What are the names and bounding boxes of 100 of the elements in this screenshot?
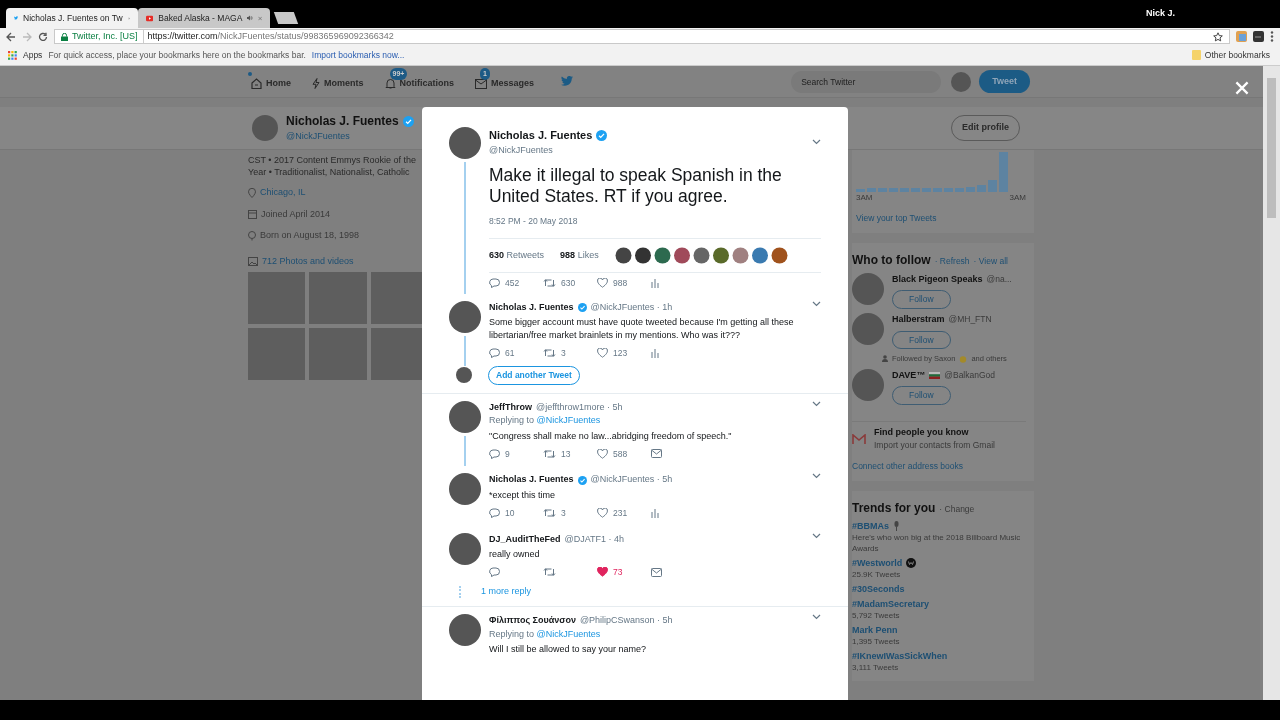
folder-icon [1191,50,1201,60]
balloon-icon [248,230,256,241]
speaker-icon [247,14,253,22]
mention-link[interactable]: @NickJFuentes [536,415,601,425]
chevron-down-icon[interactable] [812,300,821,307]
author-avatar[interactable] [449,127,481,159]
chevron-down-icon[interactable] [812,532,821,539]
trend-detail: 1,395 Tweets [852,635,901,647]
new-tab-button[interactable] [273,12,299,24]
like-stat[interactable]: 988 Likes [560,248,599,262]
chevron-down-icon[interactable] [812,400,821,407]
chevron-down-icon[interactable] [812,473,821,480]
envelope-icon [475,78,488,89]
heart-icon[interactable] [597,508,608,519]
find-people-subtitle: Import your contacts from Gmail [874,439,995,452]
heart-icon[interactable] [597,348,608,359]
author-avatar[interactable] [449,473,481,506]
tweet-time[interactable]: 8:52 PM - 20 May 2018 [489,215,821,228]
lock-icon [61,32,68,41]
profile-name: Nicholas J. Fuentes [286,113,399,131]
browser-tab[interactable]: Nicholas J. Fuentes on Tw [6,8,138,28]
video-play-icon [146,13,154,23]
retweet-icon[interactable] [543,567,556,578]
other-bookmarks-link[interactable]: Other bookmarks [1204,48,1270,62]
trend-detail: 5,792 Tweets [852,609,901,621]
retweet-count: 630 [561,276,576,290]
author-avatar[interactable] [449,300,481,333]
author-avatar[interactable] [449,614,481,647]
extension-icon[interactable] [1253,31,1264,42]
bird-icon [14,13,19,23]
retweet-count: 3 [561,347,566,360]
thread-line [464,435,466,467]
tweet-meta[interactable]: @jeffthrow1more · 5h [536,400,623,414]
retweet-icon[interactable] [543,448,556,459]
retweet-icon[interactable] [543,348,556,359]
heart-icon[interactable] [597,567,608,578]
author-avatar[interactable] [449,532,481,565]
scrollbar[interactable] [1263,66,1280,700]
trend-detail: 25.9K Tweets [852,568,902,580]
thread-line [464,335,466,366]
reply-icon[interactable] [489,448,500,459]
like-count: 73 [613,566,623,579]
back-icon[interactable] [6,31,16,42]
retweet-icon[interactable] [543,278,556,289]
joined-date: Joined April 2014 [261,207,331,221]
reply-icon[interactable] [489,508,500,519]
chevron-down-icon[interactable] [812,614,821,621]
tweet-meta[interactable]: @NickJFuentes · 5h [590,473,673,487]
author-avatar[interactable] [449,400,481,433]
find-people-title[interactable]: Find people you know [874,425,995,440]
menu-icon[interactable] [1270,31,1274,42]
author-name[interactable]: Nicholas J. Fuentes [489,473,574,487]
more-replies-link[interactable]: 1 more reply [481,584,532,599]
close-icon[interactable] [1235,80,1249,95]
search-field[interactable]: Search Twitter [791,70,942,93]
user-avatar[interactable] [456,367,472,384]
import-bookmarks-link[interactable]: Import bookmarks now... [311,48,405,62]
envelope-icon[interactable] [651,449,662,459]
chevron-down-icon[interactable] [812,138,821,145]
tweet-button[interactable]: Tweet [979,69,1030,94]
account-name[interactable]: Black Pigeon Speaks [892,272,983,287]
like-count: 123 [613,347,628,360]
address-bar[interactable]: Twitter, Inc. [US] https://twitter.com/NickJFuentes/status/998365969092366342 [54,29,1230,44]
trend-detail: Here's who won big at the 2018 Billboard Music Awards [852,531,1022,554]
section-title: Trends for you [852,499,936,517]
profile-handle[interactable]: @NickJFuentes [286,130,414,144]
heart-icon[interactable] [597,278,608,289]
apps-grid-icon[interactable] [8,50,17,60]
heart-icon[interactable] [597,448,608,459]
browser-tab[interactable]: Baked Alaska - MAGA [138,8,270,28]
tweet-text: Will I still be allowed to say your name? [489,643,648,657]
tweet-meta[interactable]: @PhilipCSwanson · 5h [579,614,673,628]
reply-icon[interactable] [489,278,500,289]
author-handle[interactable]: @NickJFuentes [489,143,608,157]
microphone-icon [893,521,900,532]
mention-link[interactable]: @NickJFuentes [536,628,601,639]
change-link[interactable]: · Change [939,502,975,516]
tweet-meta[interactable]: @DJATF1 · 4h [564,532,624,546]
envelope-icon[interactable] [651,567,662,577]
reply-icon[interactable] [489,348,500,359]
author-name[interactable]: DJ_AuditTheFed [489,532,561,546]
tweet-text: really owned [489,548,541,561]
star-icon[interactable] [1213,31,1223,42]
author-name[interactable]: Φίλιππος Σουάνσον [489,614,576,628]
account-name[interactable]: DAVE™ [892,368,926,382]
author-name[interactable]: Nicholas J. Fuentes [489,127,593,144]
retweet-icon[interactable] [543,508,556,519]
tweet-meta[interactable]: @NickJFuentes · 1h [590,300,673,314]
replying-to: Replying to @NickJFuentes [489,414,602,427]
author-name[interactable]: Nicholas J. Fuentes [489,300,574,314]
nav-link[interactable]: Moments [309,71,364,92]
retweet-stat[interactable]: 630 Retweets [489,248,545,262]
apps-link[interactable]: Apps [23,48,43,62]
bookmarks-hint: For quick access, place your bookmarks here on the bookmarks bar. [48,48,306,62]
account-name[interactable]: Halberstram [892,313,945,327]
reload-icon[interactable] [38,31,48,42]
nav-link[interactable]: Home [248,71,291,92]
reply-icon[interactable] [489,567,500,578]
add-tweet-button[interactable]: Add another Tweet [488,365,580,385]
author-name[interactable]: JeffThrow [489,400,532,414]
